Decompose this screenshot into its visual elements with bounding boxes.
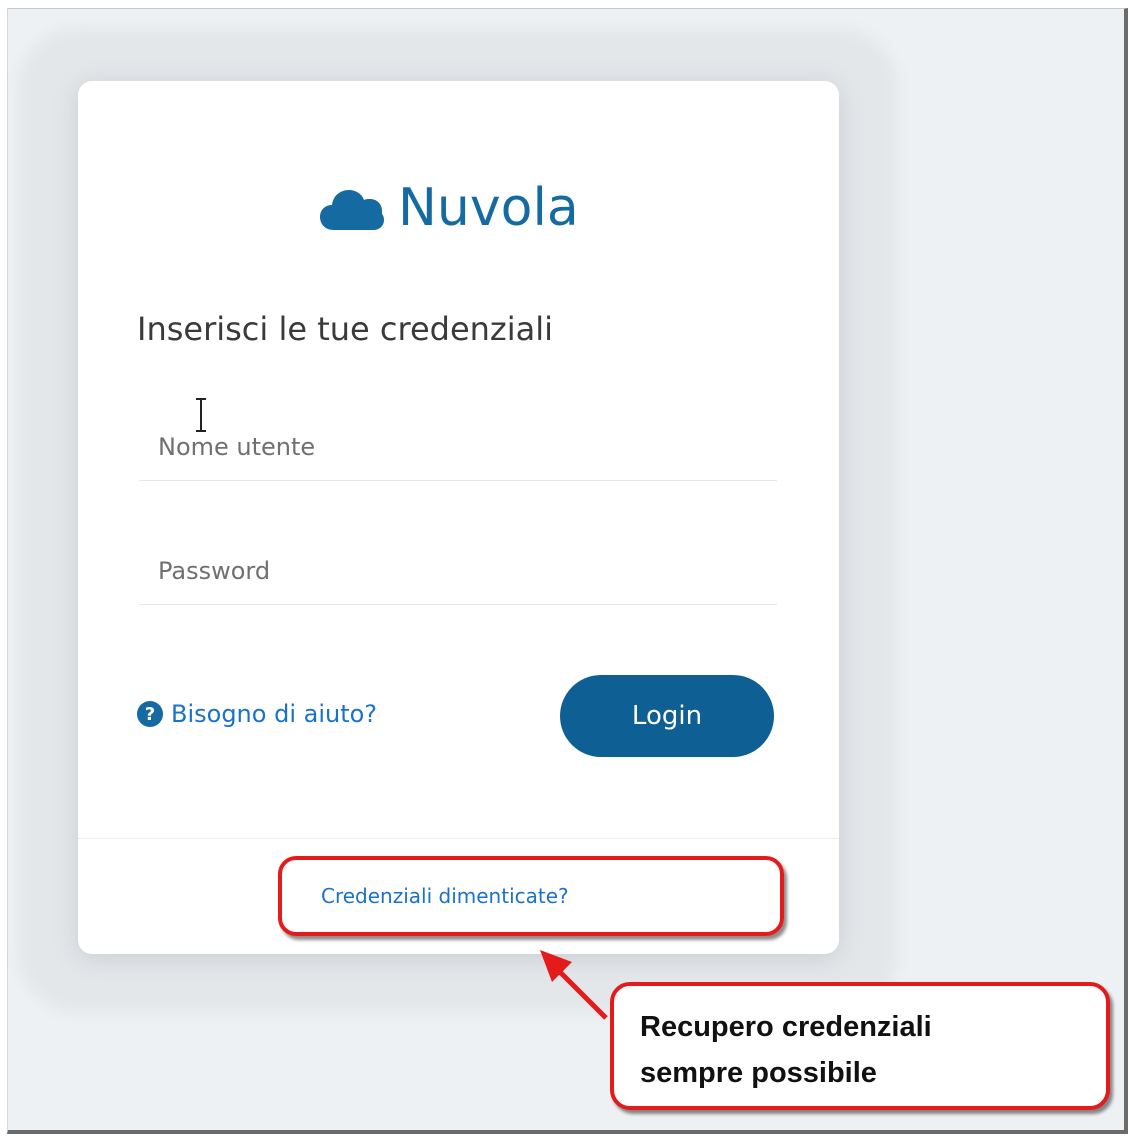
brand-name: Nuvola [398, 178, 579, 238]
text-cursor-icon [196, 398, 206, 432]
help-link-label: Bisogno di aiuto? [171, 700, 378, 728]
form-heading: Inserisci le tue credenziali [137, 310, 553, 348]
brand-logo: Nuvola [320, 178, 579, 238]
help-link[interactable]: ? Bisogno di aiuto? [137, 700, 377, 728]
annotation-callout: Recupero credenziali sempre possibile [610, 982, 1110, 1110]
highlight-box [278, 856, 784, 936]
question-circle-icon: ? [137, 701, 163, 727]
annotation-arrow-icon [540, 950, 608, 1020]
username-field[interactable] [139, 413, 777, 481]
annotation-line-2: sempre possibile [640, 1057, 877, 1089]
password-field[interactable] [139, 537, 777, 605]
cloud-icon [320, 190, 384, 230]
card-divider [78, 838, 839, 839]
annotation-line-1: Recupero credenziali [640, 1011, 932, 1043]
login-button[interactable]: Login [560, 675, 774, 757]
